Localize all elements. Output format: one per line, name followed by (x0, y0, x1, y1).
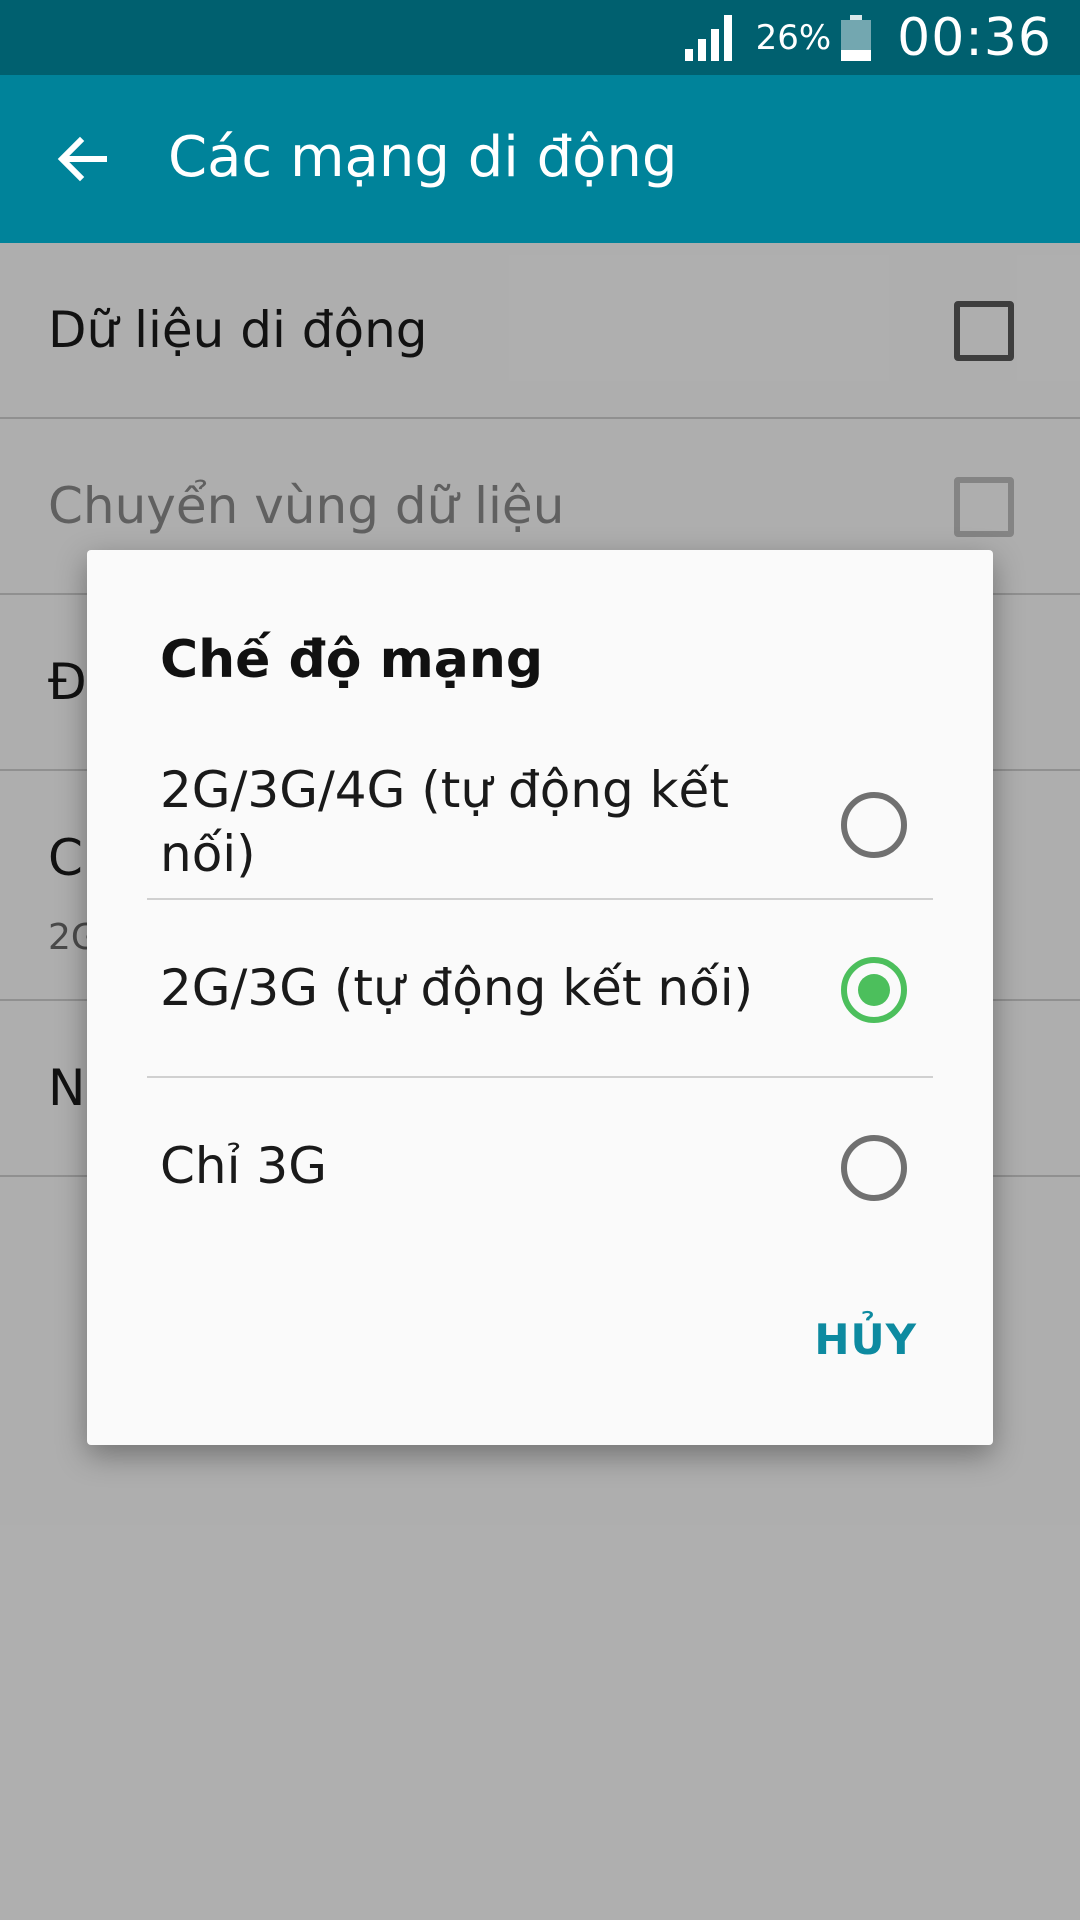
network-mode-dialog: Chế độ mạng 2G/3G/4G (tự động kết nối) 2… (87, 550, 993, 1445)
radio-button-selected[interactable] (841, 957, 907, 1023)
dialog-title: Chế độ mạng (160, 630, 544, 690)
battery-percent: 26% (755, 17, 832, 58)
battery-icon (841, 14, 872, 61)
divider (147, 1076, 933, 1078)
radio-button[interactable] (841, 792, 907, 858)
divider (147, 898, 933, 900)
option-3g-only[interactable]: Chỉ 3G (147, 1080, 933, 1256)
option-2g-3g-4g[interactable]: 2G/3G/4G (tự động kết nối) (147, 748, 933, 900)
app-bar: Các mạng di động (0, 75, 1080, 243)
option-label: 2G/3G/4G (tự động kết nối) (160, 761, 729, 883)
option-label: 2G/3G (tự động kết nối) (160, 959, 754, 1017)
status-bar: 26% 00:36 (0, 0, 1080, 75)
clock: 00:36 (897, 7, 1052, 68)
page-title: Các mạng di động (168, 125, 678, 190)
signal-icon (684, 14, 732, 61)
cancel-button[interactable]: HỦY (808, 1305, 923, 1374)
radio-button[interactable] (841, 1135, 907, 1201)
arrow-left-icon[interactable] (54, 131, 110, 187)
screen: 26% 00:36 Các mạng di động Dữ liệu di độ… (0, 0, 1080, 1920)
option-2g-3g[interactable]: 2G/3G (tự động kết nối) (147, 902, 933, 1078)
option-label: Chỉ 3G (160, 1137, 327, 1195)
